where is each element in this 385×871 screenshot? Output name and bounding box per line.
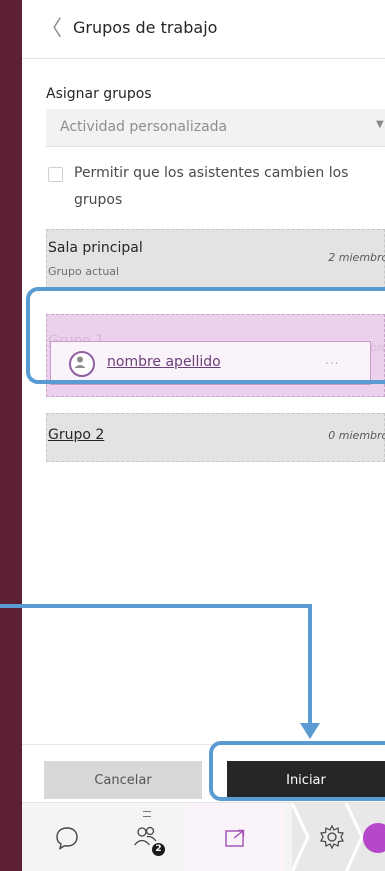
group-card-grupo-2[interactable]: Grupo 2 0 miembros xyxy=(46,413,385,462)
allow-switch-checkbox[interactable] xyxy=(48,167,63,182)
assign-groups-select[interactable]: Actividad personalizada ▼ xyxy=(46,109,385,147)
group-member-count: 0 miembros xyxy=(328,429,385,442)
annotation-arrow-line xyxy=(0,604,312,608)
attendee-count-badge: 2 xyxy=(152,843,165,856)
chevron-left-icon[interactable]: 〈 xyxy=(41,16,62,40)
group-name: Sala principal xyxy=(48,240,143,256)
settings-gear-icon[interactable] xyxy=(318,823,346,851)
attendees-tab[interactable]: 2 xyxy=(110,803,182,871)
group-card-main-room[interactable]: Sala principal Grupo actual 2 miembros xyxy=(46,229,385,289)
chat-tab[interactable] xyxy=(32,803,102,871)
share-content-tab[interactable] xyxy=(186,803,284,871)
panel-header: 〈 Grupos de trabajo xyxy=(22,0,385,59)
group-member-count: 2 miembros xyxy=(328,251,385,264)
collaborate-nav-bar: 2 xyxy=(22,802,385,871)
annotation-arrow-line xyxy=(308,604,312,728)
cancel-button[interactable]: Cancelar xyxy=(44,761,202,799)
group-name[interactable]: Grupo 2 xyxy=(48,427,104,443)
assign-groups-label: Asignar grupos xyxy=(46,86,152,102)
allow-switch-label: Permitir que los asistentes cambien los … xyxy=(74,165,349,208)
collaborate-menu-icon[interactable] xyxy=(363,823,385,853)
chat-bubble-icon xyxy=(56,826,78,850)
panel-title: Grupos de trabajo xyxy=(73,18,218,37)
share-content-icon xyxy=(225,829,245,847)
start-highlight-frame xyxy=(209,741,385,801)
select-value: Actividad personalizada xyxy=(60,119,228,135)
groups-highlight-frame xyxy=(26,287,385,384)
chevron-down-icon: ▼ xyxy=(376,119,384,130)
annotation-arrow-head xyxy=(300,723,320,739)
group-subtitle: Grupo actual xyxy=(48,265,120,278)
